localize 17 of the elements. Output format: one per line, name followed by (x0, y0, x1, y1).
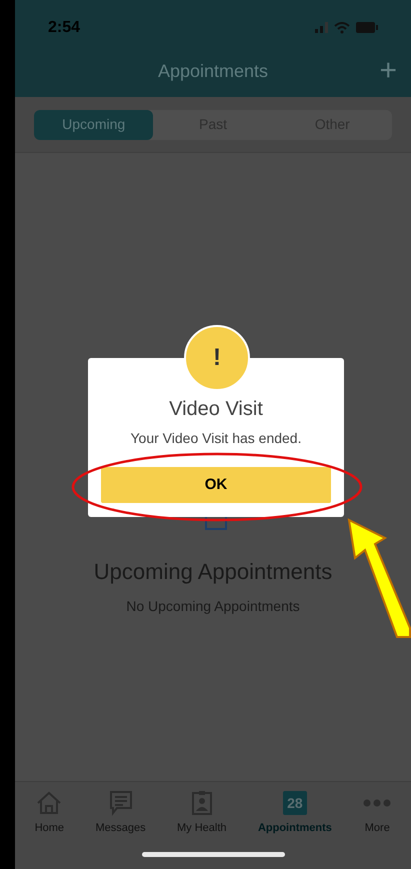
dialog-message: Your Video Visit has ended. (130, 429, 302, 448)
warning-icon: ! (184, 325, 250, 391)
ok-button[interactable]: OK (101, 467, 331, 503)
home-icon (36, 791, 62, 815)
segment-tab[interactable]: Upcoming (34, 110, 154, 140)
dialog-title: Video Visit (169, 397, 263, 422)
add-button[interactable]: + (379, 56, 397, 86)
wifi-icon (334, 22, 350, 34)
header-title: Appointments (158, 60, 268, 83)
calendar-icon: 28 (282, 791, 307, 815)
speech-bubble-icon (108, 790, 133, 816)
signal-icon (315, 22, 328, 33)
clipboard-icon (190, 790, 213, 816)
more-dots-icon (363, 799, 392, 807)
status-time: 2:54 (48, 18, 80, 38)
tab-bar-item[interactable]: 28 Appointments (258, 790, 332, 836)
battery-icon (356, 22, 378, 33)
